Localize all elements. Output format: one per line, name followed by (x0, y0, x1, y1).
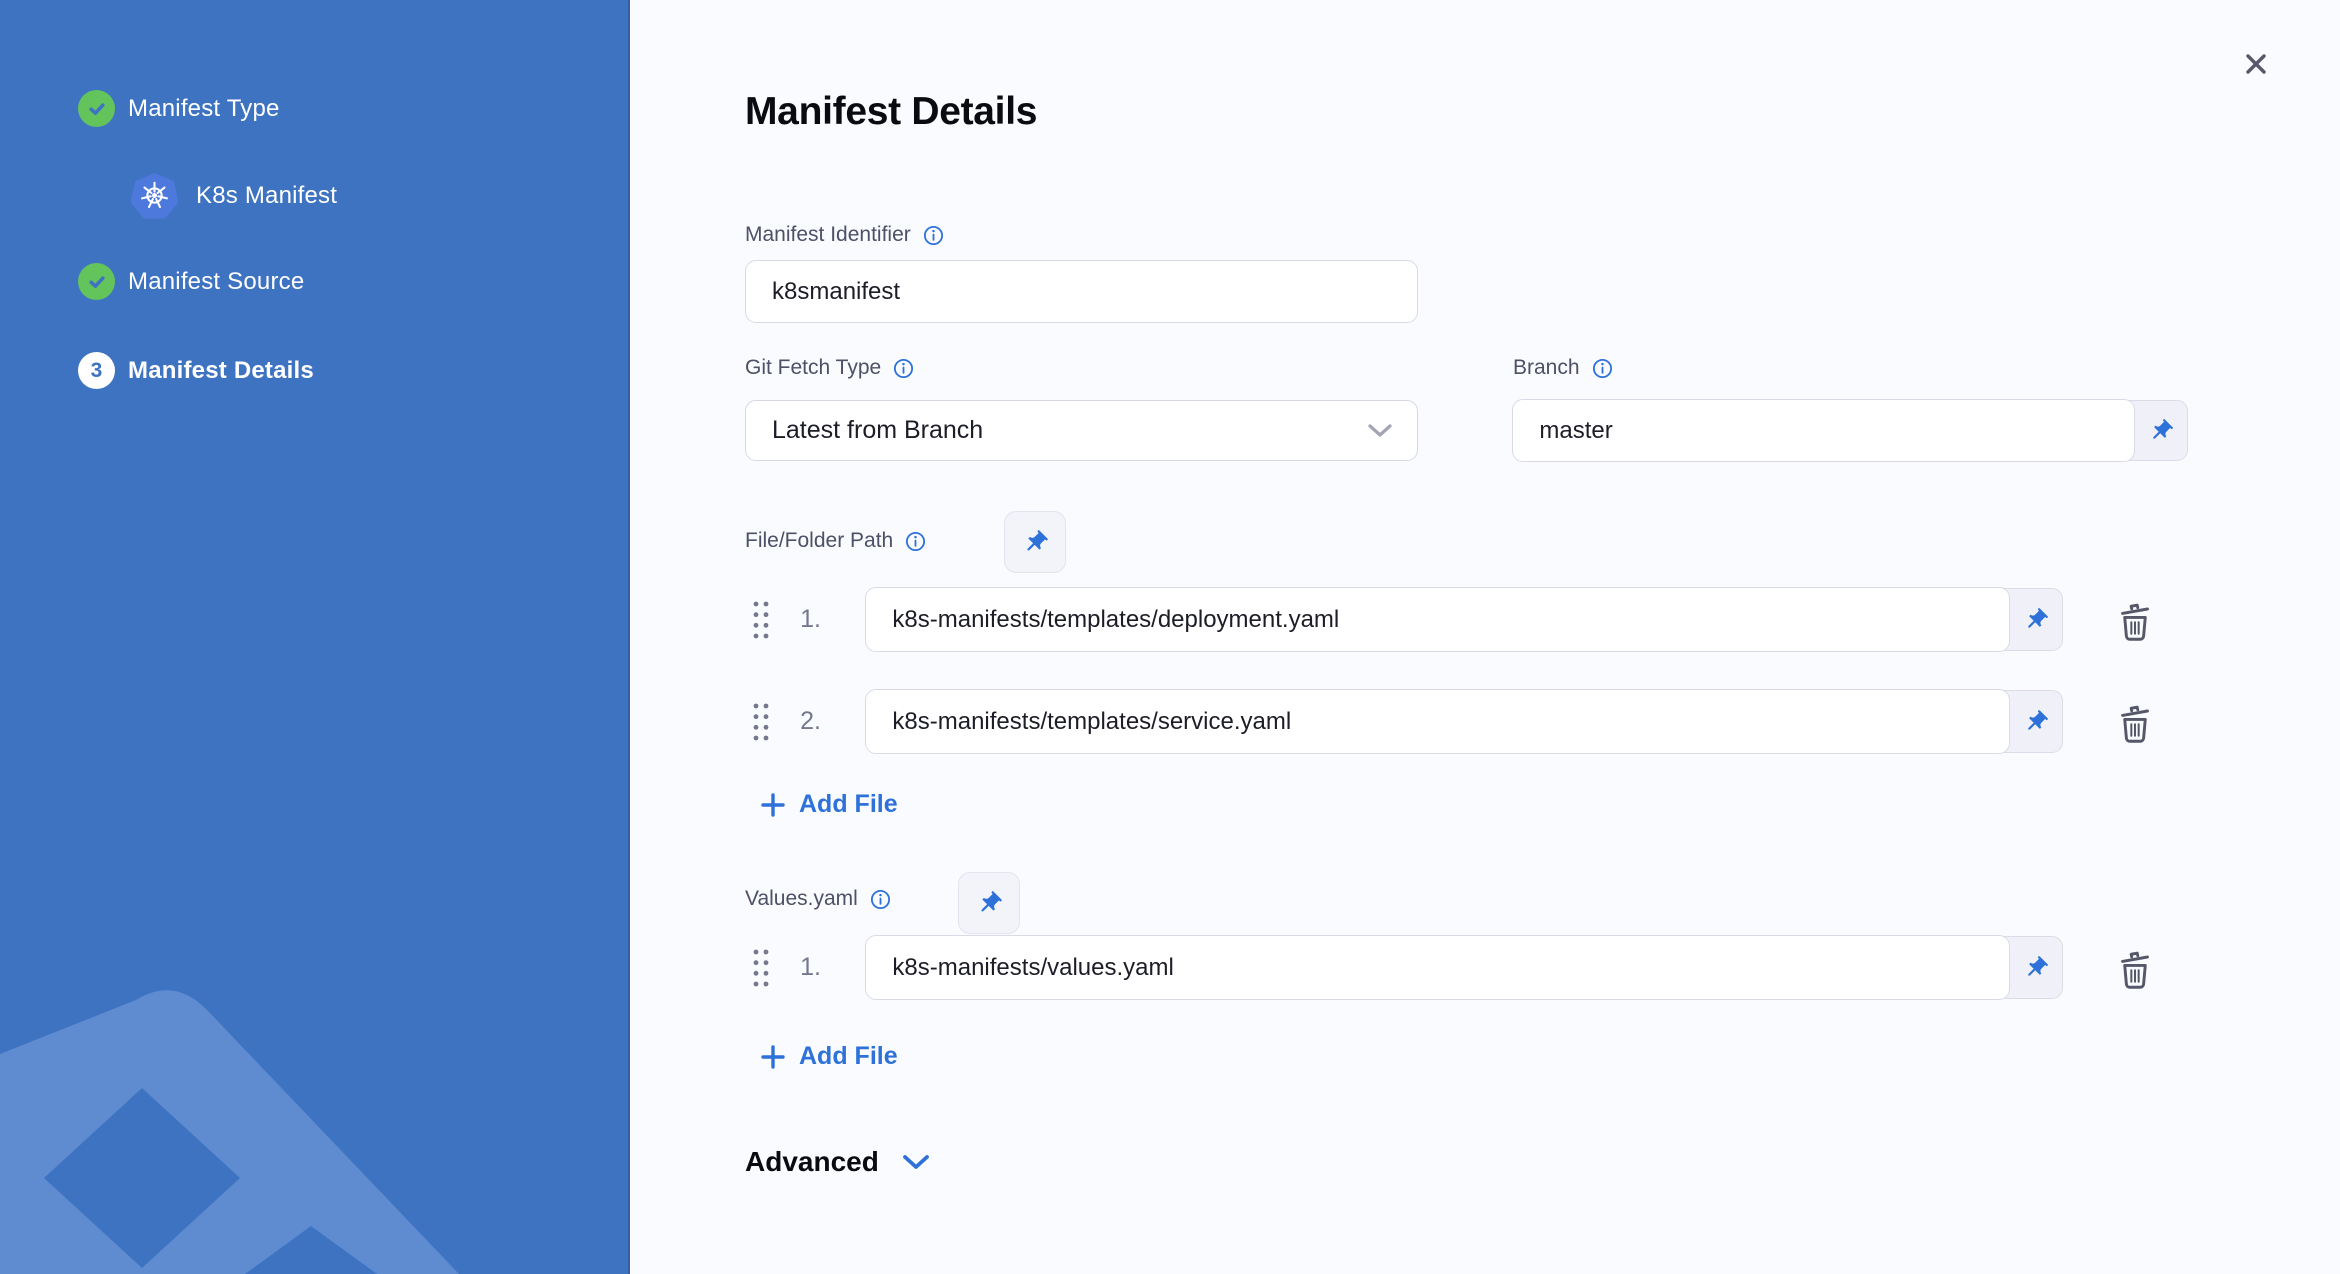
pin-icon (2018, 703, 2055, 740)
delete-row-button[interactable] (2111, 698, 2159, 746)
add-file-label: Add File (799, 790, 898, 818)
row-index: 2. (800, 707, 821, 735)
pin-icon (2143, 412, 2180, 449)
advanced-label: Advanced (745, 1146, 879, 1177)
step-complete-icon (78, 90, 115, 127)
drag-handle-icon[interactable] (751, 947, 771, 989)
git-fetch-type-label: Git Fetch Type (745, 356, 882, 379)
drag-handle-icon[interactable] (751, 701, 771, 743)
pin-icon (970, 884, 1008, 922)
git-fetch-type-value: Latest from Branch (772, 416, 984, 444)
pin-icon (1016, 523, 1054, 561)
file-path-input-group (865, 587, 2063, 652)
values-path-row: 1. (745, 935, 2205, 1000)
values-yaml-label: Values.yaml (745, 887, 858, 910)
file-path-input[interactable] (865, 587, 2011, 652)
wizard-sidebar: Manifest Type K8s Manifest Manifest Sour… (0, 0, 630, 1274)
file-path-row: 2. (745, 689, 2205, 754)
file-path-input-group (865, 689, 2063, 754)
info-icon[interactable] (1591, 357, 1614, 380)
step-label: Manifest Type (128, 94, 280, 122)
harness-logo-watermark (0, 990, 459, 1274)
row-index: 1. (800, 953, 821, 981)
pin-input-button[interactable] (2010, 589, 2062, 650)
manifest-details-panel: Manifest Details Manifest Identifier Git… (630, 0, 2340, 1274)
pin-icon (2018, 601, 2055, 638)
row-index: 1. (800, 605, 821, 633)
kubernetes-icon (131, 172, 178, 219)
manifest-wizard-dialog: Manifest Type K8s Manifest Manifest Sour… (0, 0, 2340, 1274)
step-complete-icon (78, 263, 115, 300)
sidebar-step-manifest-type[interactable]: Manifest Type (78, 90, 280, 127)
file-path-input[interactable] (865, 689, 2011, 754)
close-icon (2246, 54, 2266, 74)
manifest-identifier-label: Manifest Identifier (745, 223, 911, 246)
chevron-down-icon (902, 1154, 929, 1169)
step-number-badge: 3 (78, 352, 115, 389)
pin-icon (2018, 949, 2055, 986)
pin-all-file-paths-button[interactable] (1004, 511, 1066, 573)
selected-manifest-type-label: K8s Manifest (196, 181, 338, 209)
pin-input-button[interactable] (2010, 691, 2062, 752)
manifest-identifier-input[interactable] (745, 260, 1418, 323)
values-path-input[interactable] (865, 935, 2011, 1000)
pin-input-button[interactable] (2010, 937, 2062, 998)
info-icon[interactable] (904, 530, 927, 553)
pin-input-button[interactable] (2135, 401, 2187, 460)
branch-input[interactable] (1512, 399, 2136, 462)
drag-handle-icon[interactable] (751, 599, 771, 641)
file-folder-path-label: File/Folder Path (745, 529, 894, 552)
sidebar-step-k8s-manifest[interactable]: K8s Manifest (131, 172, 337, 219)
info-icon[interactable] (869, 888, 892, 911)
advanced-section-toggle[interactable]: Advanced (745, 1146, 931, 1178)
sidebar-step-manifest-details[interactable]: 3 Manifest Details (78, 352, 314, 389)
plus-icon (761, 792, 785, 817)
delete-row-button[interactable] (2111, 596, 2159, 644)
branch-label: Branch (1513, 356, 1580, 379)
step-label: Manifest Details (128, 356, 314, 384)
add-values-file-button[interactable]: Add File (760, 1042, 898, 1071)
sidebar-step-manifest-source[interactable]: Manifest Source (78, 263, 304, 300)
trash-icon (2121, 951, 2149, 989)
values-path-input-group (865, 935, 2063, 1000)
delete-row-button[interactable] (2111, 944, 2159, 992)
info-icon[interactable] (892, 357, 915, 380)
close-button[interactable] (2230, 38, 2282, 90)
chevron-down-icon (1368, 423, 1392, 437)
git-fetch-type-select[interactable]: Latest from Branch (745, 400, 1418, 461)
add-file-label: Add File (799, 1042, 898, 1070)
pin-all-values-paths-button[interactable] (958, 872, 1020, 934)
add-file-button[interactable]: Add File (760, 790, 898, 819)
plus-icon (761, 1044, 785, 1069)
branch-input-group (1512, 399, 2188, 462)
page-title: Manifest Details (745, 90, 1038, 133)
trash-icon (2121, 603, 2149, 641)
trash-icon (2121, 705, 2149, 743)
step-label: Manifest Source (128, 267, 305, 295)
info-icon[interactable] (922, 224, 945, 247)
file-path-row: 1. (745, 587, 2205, 652)
